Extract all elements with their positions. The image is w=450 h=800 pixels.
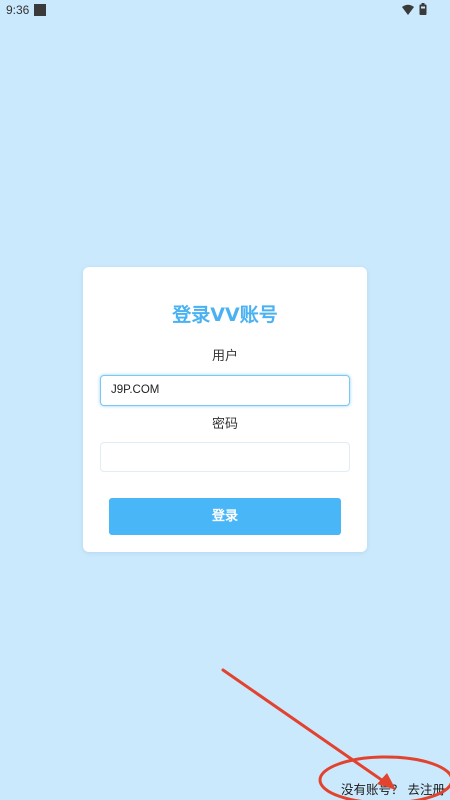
wifi-icon: [402, 4, 414, 15]
register-link[interactable]: 没有账号？ 去注册: [341, 781, 445, 799]
login-card: 登录VV账号 用户 J9P.COM 密码 登录: [83, 267, 367, 552]
login-title: 登录VV账号: [172, 304, 278, 326]
status-bar: 9:36: [0, 0, 450, 22]
username-label: 用户: [211, 349, 238, 364]
password-label: 密码: [211, 417, 238, 432]
status-time: 9:36: [6, 3, 30, 17]
password-input[interactable]: [100, 442, 350, 472]
login-button[interactable]: 登录: [109, 498, 341, 535]
battery-icon: [419, 3, 427, 15]
annotation-arrow-line: [221, 668, 388, 785]
notification-icon: [34, 4, 46, 16]
username-input[interactable]: J9P.COM: [100, 375, 350, 406]
